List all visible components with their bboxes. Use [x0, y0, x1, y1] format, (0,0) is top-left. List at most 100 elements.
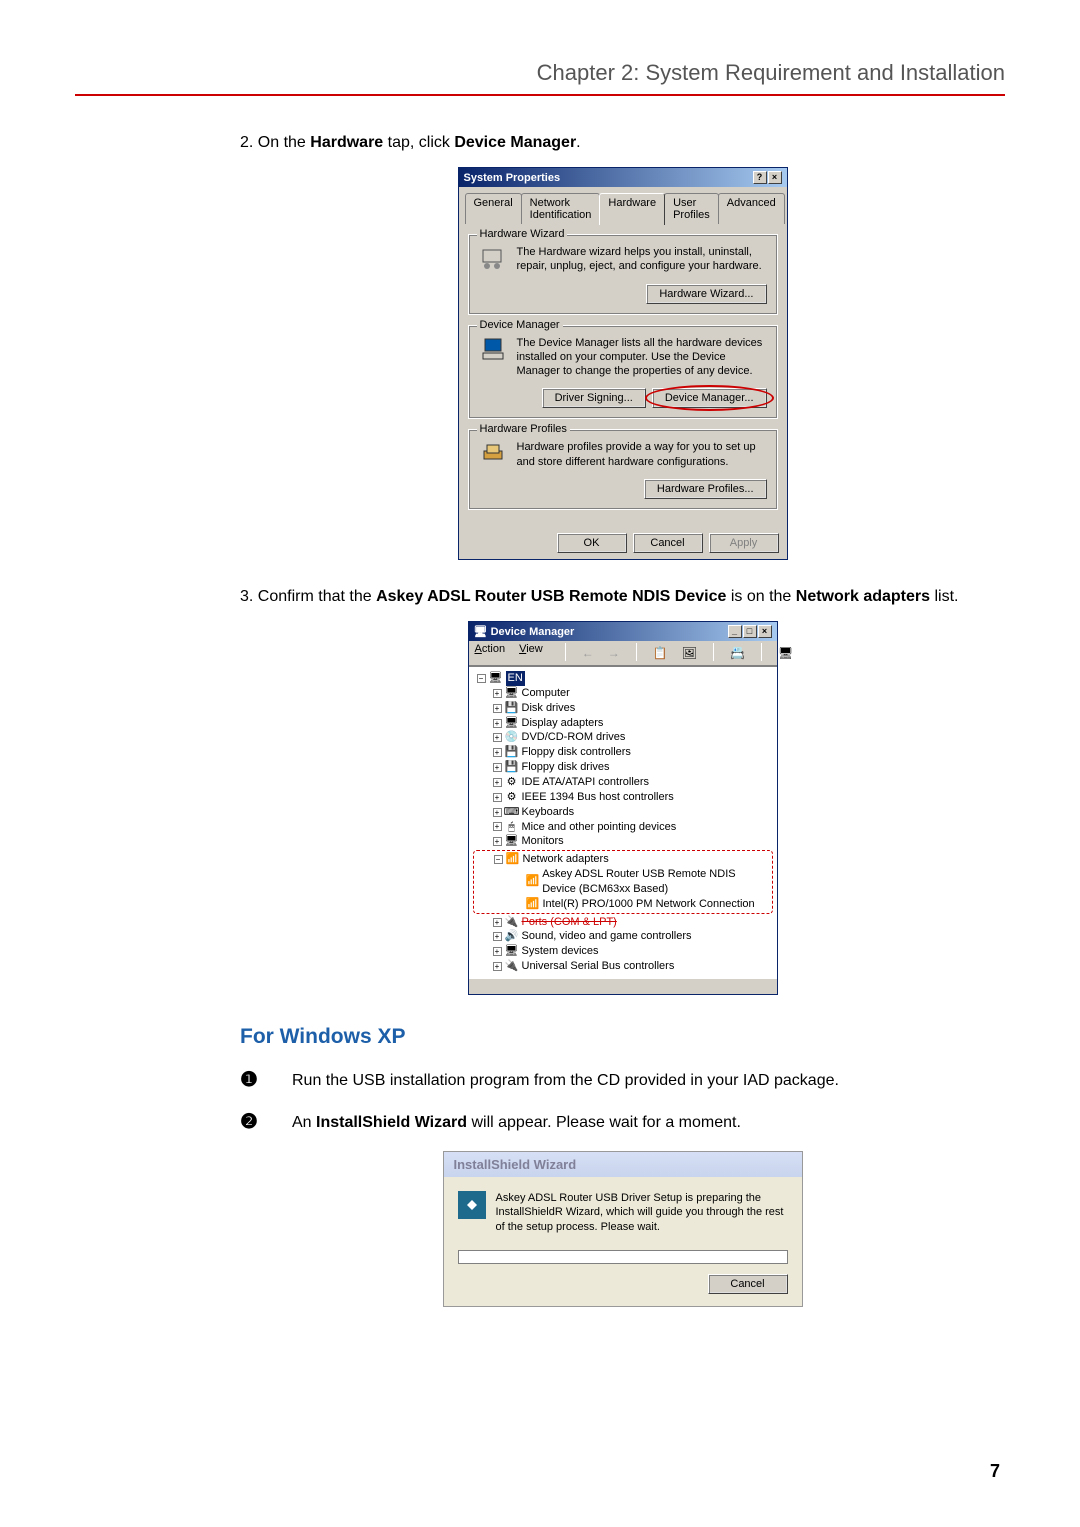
apply-button[interactable]: Apply — [709, 533, 779, 553]
devmgr-statusbar — [469, 978, 777, 994]
expand-icon[interactable]: + — [493, 778, 502, 787]
menu-action[interactable]: AActionction — [475, 643, 506, 663]
help-button[interactable]: ? — [753, 171, 767, 184]
tree-item[interactable]: +🖱Mice and other pointing devices — [473, 820, 773, 835]
toolbar-back-icon[interactable]: ← — [582, 643, 594, 663]
hardware-wizard-button[interactable]: Hardware Wizard... — [646, 284, 766, 304]
tree-item[interactable]: +⚙IEEE 1394 Bus host controllers — [473, 790, 773, 805]
tree-item[interactable]: +💾Floppy disk controllers — [473, 745, 773, 760]
sysprops-title: System Properties — [464, 172, 561, 184]
toolbar-refresh-icon[interactable]: 📇 — [730, 643, 745, 663]
step3-bold2: Network adapters — [796, 588, 930, 605]
tree-item[interactable]: +💾Floppy disk drives — [473, 760, 773, 775]
tab-user-profiles[interactable]: User Profiles — [664, 193, 719, 224]
tree-network-adapters[interactable]: − 📶 Network adapters — [474, 852, 772, 867]
hwp-icon — [479, 440, 509, 468]
toolbar-extra-icon[interactable]: 🖥 — [778, 643, 793, 663]
step2-bold2: Device Manager — [454, 134, 576, 151]
step3-prefix: 3. Confirm that the — [240, 588, 376, 605]
expand-icon[interactable]: + — [493, 962, 502, 971]
device-manager-button[interactable]: Device Manager... — [652, 388, 767, 408]
tab-network-id[interactable]: Network Identification — [521, 193, 601, 224]
toolbar-forward-icon[interactable]: → — [608, 643, 620, 663]
step2-bold1: Hardware — [310, 134, 383, 151]
toolbar-properties-icon[interactable]: 📋 — [653, 643, 668, 663]
dm-text: The Device Manager lists all the hardwar… — [517, 336, 767, 379]
tree-item[interactable]: +💾Disk drives — [473, 701, 773, 716]
tree-item-label: Floppy disk drives — [522, 760, 610, 775]
collapse-icon[interactable]: − — [494, 855, 503, 864]
ok-button[interactable]: OK — [557, 533, 627, 553]
step3-suffix: list. — [930, 588, 958, 605]
expand-icon[interactable]: + — [493, 733, 502, 742]
tree-item[interactable]: +🔊Sound, video and game controllers — [473, 929, 773, 944]
device-manager-window: 🖥 Device Manager _ □ × AActionction VVie… — [468, 621, 778, 995]
tree-item[interactable]: +🖥Display adapters — [473, 716, 773, 731]
hw-wizard-title: Hardware Wizard — [477, 228, 568, 240]
step-3-text: 3. Confirm that the Askey ADSL Router US… — [240, 585, 1005, 609]
expand-icon[interactable]: + — [493, 719, 502, 728]
device-icon: 🖱 — [505, 820, 519, 834]
expand-icon[interactable]: + — [493, 947, 502, 956]
toolbar-scan-icon[interactable]: 🖼 — [682, 643, 697, 663]
devmgr-menubar: AActionction VViewiew ← → 📋 🖼 📇 🖥 — [469, 641, 777, 666]
tab-hardware[interactable]: Hardware — [599, 193, 665, 225]
collapse-icon[interactable]: − — [477, 674, 486, 683]
device-icon: 🖥 — [505, 686, 519, 700]
tree-root[interactable]: − 🖥 EN — [473, 671, 773, 686]
hardware-profiles-group: Hardware Profiles Hardware profiles prov… — [468, 429, 778, 510]
expand-icon[interactable]: + — [493, 689, 502, 698]
tree-item[interactable]: +⌨Keyboards — [473, 805, 773, 820]
root-label: EN — [506, 671, 525, 686]
step-number-2-icon: ❷ — [240, 1109, 262, 1135]
tree-askey-device[interactable]: 📶 Askey ADSL Router USB Remote NDIS Devi… — [474, 867, 772, 897]
tree-item[interactable]: +🖥System devices — [473, 944, 773, 959]
ishield-title: InstallShield Wizard — [444, 1152, 802, 1177]
tree-item-label: Display adapters — [522, 716, 604, 731]
dm-group-title: Device Manager — [477, 319, 563, 331]
highlighted-section: − 📶 Network adapters 📶 Askey ADSL Router… — [473, 850, 773, 913]
tree-ports[interactable]: + 🔌 Ports (COM & LPT) — [473, 915, 773, 930]
expand-icon[interactable]: + — [493, 822, 502, 831]
ishield-cancel-button[interactable]: Cancel — [708, 1274, 788, 1294]
tree-item-label: System devices — [522, 944, 599, 959]
hardware-wizard-group: Hardware Wizard The Hardware wizard help… — [468, 234, 778, 315]
xp-step-1: ❶ Run the USB installation program from … — [240, 1067, 1005, 1093]
tree-intel-device[interactable]: 📶 Intel(R) PRO/1000 PM Network Connectio… — [474, 897, 772, 912]
expand-icon[interactable]: + — [493, 837, 502, 846]
expand-icon[interactable]: + — [493, 748, 502, 757]
step2-mid: tap, click — [383, 134, 454, 151]
device-icon: 🖥 — [505, 835, 519, 849]
network-label: Network adapters — [523, 852, 609, 867]
close-button[interactable]: × — [768, 171, 782, 184]
expand-icon[interactable]: + — [493, 793, 502, 802]
minimize-button[interactable]: _ — [728, 625, 742, 638]
hwp-title: Hardware Profiles — [477, 423, 570, 435]
device-icon: 🖥 — [505, 716, 519, 730]
cancel-button[interactable]: Cancel — [633, 533, 703, 553]
maximize-button[interactable]: □ — [743, 625, 757, 638]
tree-item[interactable]: +🖥Monitors — [473, 834, 773, 849]
tree-item-label: DVD/CD-ROM drives — [522, 730, 626, 745]
device-manager-group: Device Manager The Device Manager lists … — [468, 325, 778, 420]
device-icon: ⚙ — [505, 790, 519, 804]
expand-icon[interactable]: + — [493, 808, 502, 817]
hardware-profiles-button[interactable]: Hardware Profiles... — [644, 479, 767, 499]
driver-signing-button[interactable]: Driver Signing... — [542, 388, 646, 408]
xp-step2-text: An InstallShield Wizard will appear. Ple… — [292, 1109, 741, 1135]
tab-advanced[interactable]: Advanced — [718, 193, 785, 224]
expand-icon[interactable]: + — [493, 763, 502, 772]
tree-item[interactable]: +💿DVD/CD-ROM drives — [473, 730, 773, 745]
tab-general[interactable]: General — [465, 193, 522, 224]
tree-item[interactable]: +🖥Computer — [473, 686, 773, 701]
tree-item[interactable]: +🔌Universal Serial Bus controllers — [473, 959, 773, 974]
expand-icon[interactable]: + — [493, 918, 502, 927]
network-adapter-icon: 📶 — [506, 853, 520, 867]
expand-icon[interactable]: + — [493, 704, 502, 713]
device-icon: 🔊 — [505, 930, 519, 944]
xp-step-2: ❷ An InstallShield Wizard will appear. P… — [240, 1109, 1005, 1135]
close-button[interactable]: × — [758, 625, 772, 638]
tree-item[interactable]: +⚙IDE ATA/ATAPI controllers — [473, 775, 773, 790]
expand-icon[interactable]: + — [493, 932, 502, 941]
menu-view[interactable]: VViewiew — [519, 643, 543, 663]
